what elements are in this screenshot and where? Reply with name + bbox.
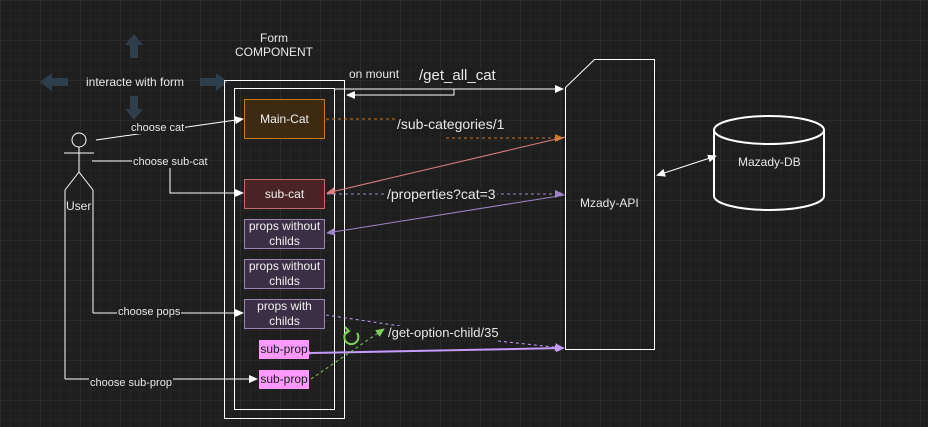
option-child-response-arrow [303,344,565,358]
props-without-childs-box-2[interactable]: props without childs [244,259,325,289]
properties-endpoint: /properties?cat=3 [386,186,497,202]
form-title: Form COMPONENT [232,31,316,59]
refresh-icon [343,326,360,346]
choose-pops-label: choose pops [117,306,182,318]
sub-prop-box-2[interactable]: sub-prop [259,370,309,389]
api-label: Mzady-API [580,196,639,210]
props-without-childs-box-1[interactable]: props without childs [244,219,325,249]
sub-prop-box-1[interactable]: sub-prop [259,340,309,359]
form-title-line1: Form [260,31,288,45]
props-with-childs-box[interactable]: props with childs [244,299,325,329]
sub-prop-loop-arrow [310,328,385,380]
sub-categories-endpoint: /sub-categories/1 [396,116,506,132]
main-cat-box[interactable]: Main-Cat [244,99,325,139]
form-title-line2: COMPONENT [235,45,313,59]
sub-cat-box[interactable]: sub-cat [244,179,325,209]
db-label: Mazady-DB [738,155,801,169]
all-cat-response-arrow [346,89,455,99]
choose-sub-cat-label: choose sub-cat [132,156,209,168]
api-db-link [656,154,717,177]
user-stick-figure [64,132,94,379]
sub-categories-response-arrow [326,136,566,196]
all-cat-endpoint: /get_all_cat [418,67,497,84]
choose-cat-label: choose cat [130,122,186,134]
diagram-lines [40,34,825,419]
option-child-endpoint: /get-option-child/35 [387,325,500,340]
option-child-request-arrow [497,340,564,352]
diagram-canvas: interacte with form Form COMPONENT on mo… [0,0,928,427]
user-label: User [66,199,92,213]
choose-sub-prop-label: choose sub-prop [89,377,173,389]
interact-label: interacte with form [86,75,185,89]
on-mount-label: on mount [349,67,400,81]
